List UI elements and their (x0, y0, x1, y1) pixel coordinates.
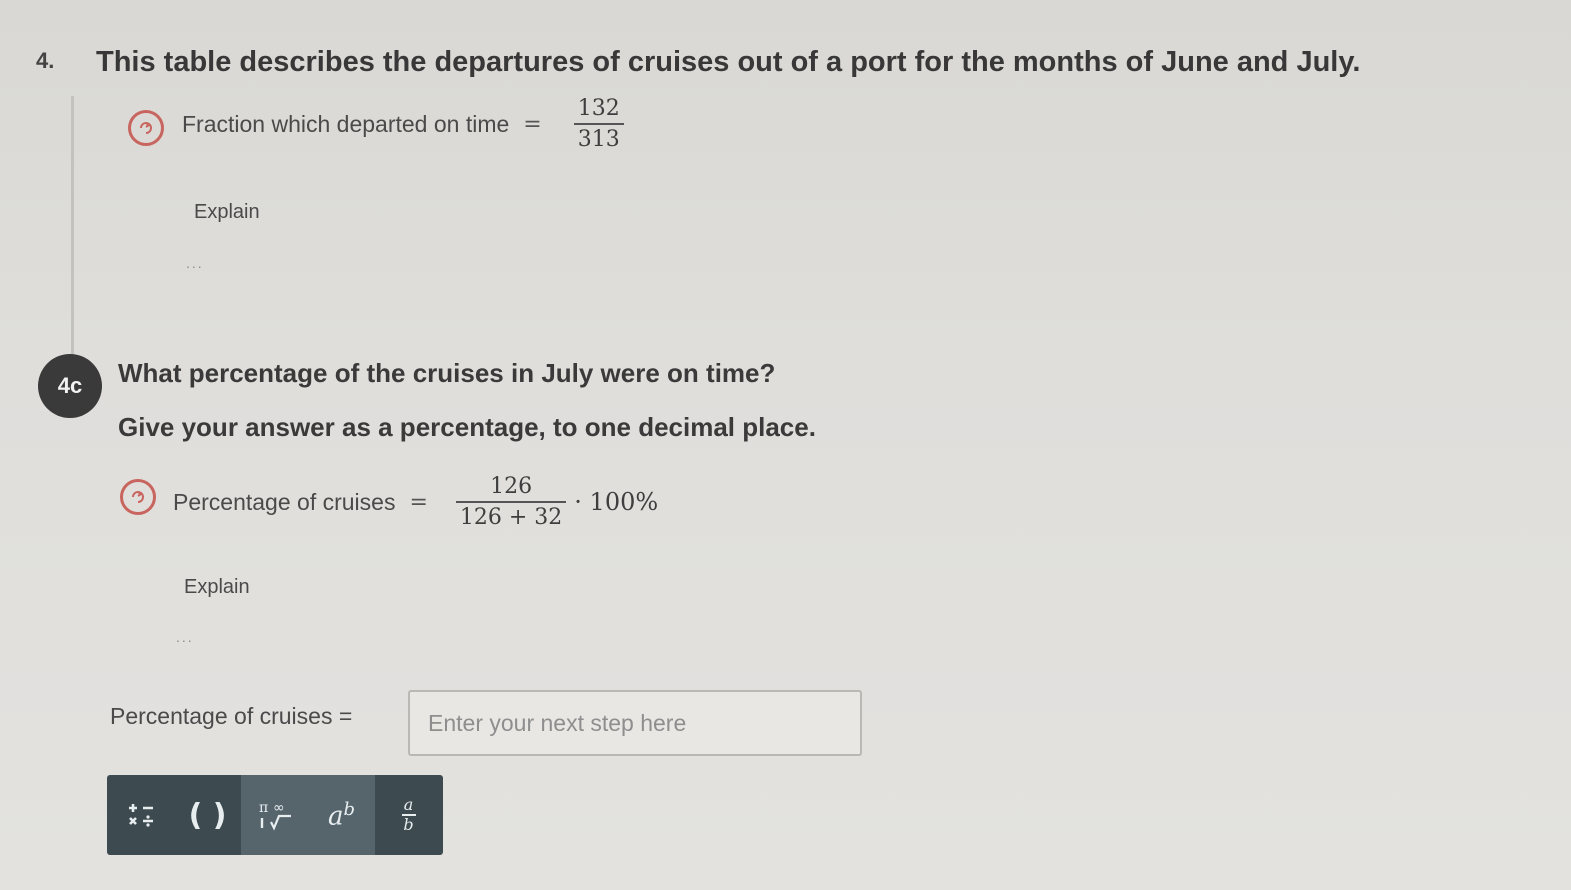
pi-infinity-root-icon: π ∞ (259, 800, 291, 831)
prev-step-fraction: 132 313 (573, 96, 624, 152)
svg-text:π: π (259, 800, 268, 816)
current-fraction-denominator: 126 + 32 (459, 505, 563, 530)
toolbar-exponent-button[interactable]: ab (308, 775, 375, 855)
current-step-rotate-icon[interactable] (120, 479, 156, 515)
prev-explain-ellipsis[interactable]: ... (186, 255, 204, 271)
current-step-expression[interactable]: Percentage of cruises = 126 126 + 32 · 1… (173, 474, 658, 530)
question-number: 4. (36, 48, 55, 73)
prev-explain-link[interactable]: Explain (194, 201, 260, 224)
step-rotate-icon[interactable] (128, 110, 164, 146)
rotate-arrow-icon (140, 122, 152, 134)
prev-fraction-denominator: 313 (577, 127, 620, 152)
current-explain-link[interactable]: Explain (184, 576, 250, 599)
question-title: This table describes the departures of c… (96, 46, 1361, 78)
prev-fraction-numerator: 132 (577, 96, 620, 121)
toolbar-symbols-button[interactable]: π ∞ (241, 775, 308, 855)
svg-text:∞: ∞ (273, 800, 285, 816)
current-step-multiplier: · 100% (574, 488, 659, 516)
current-fraction-bar (455, 501, 567, 503)
basic-operators-icon (128, 804, 153, 827)
exponent-icon: ab (327, 798, 356, 832)
answer-input[interactable] (408, 690, 862, 756)
rotate-arrow-icon (132, 491, 144, 503)
parentheses-icon: ( ) (188, 797, 227, 833)
math-toolbar: ( ) π ∞ ab a b (107, 775, 443, 855)
prev-fraction-bar (573, 123, 624, 125)
answer-label: Percentage of cruises = (110, 703, 353, 729)
current-step-label: Percentage of cruises (173, 488, 396, 515)
current-step-equals: = (409, 489, 428, 515)
part-prompt-line2: Give your answer as a percentage, to one… (118, 412, 816, 442)
toolbar-fraction-button[interactable]: a b (375, 775, 442, 855)
step-connector-line (71, 96, 74, 358)
toolbar-operators-button[interactable] (107, 775, 174, 855)
current-explain-ellipsis[interactable]: ... (176, 629, 194, 645)
prev-step-expression[interactable]: Fraction which departed on time = 132 31… (182, 96, 624, 152)
prev-step-equals: = (523, 111, 542, 137)
part-prompt-line1: What percentage of the cruises in July w… (118, 358, 776, 388)
current-fraction-numerator: 126 (490, 474, 533, 499)
fraction-icon: a b (401, 795, 416, 834)
current-step-fraction: 126 126 + 32 (455, 474, 567, 530)
toolbar-parentheses-button[interactable]: ( ) (174, 775, 241, 855)
prev-step-label: Fraction which departed on time (182, 110, 510, 137)
part-badge-4c: 4c (38, 354, 102, 418)
